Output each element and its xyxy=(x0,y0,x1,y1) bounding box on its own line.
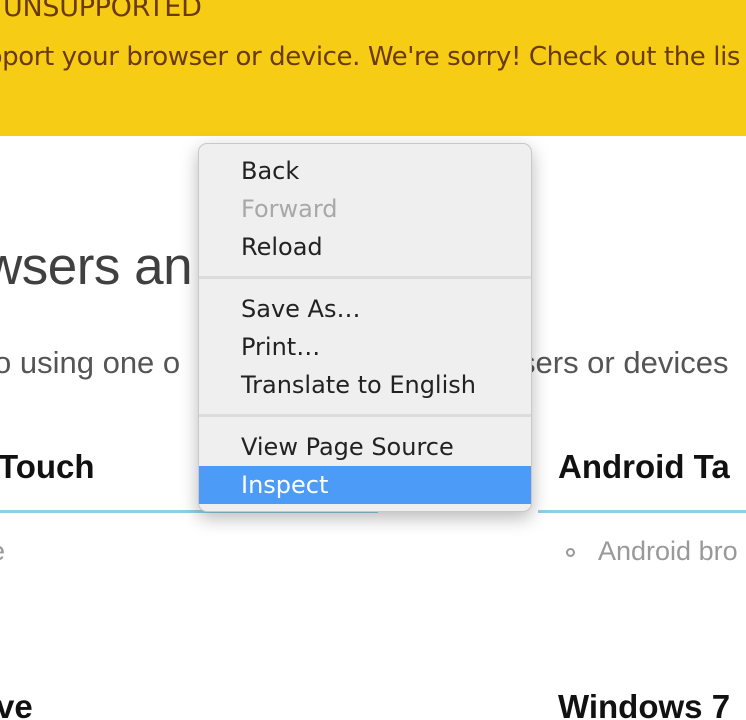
menu-item-translate[interactable]: Translate to English xyxy=(199,366,531,404)
context-menu: Back Forward Reload Save As… Print… Tran… xyxy=(198,143,532,512)
menu-item-save-as[interactable]: Save As… xyxy=(199,290,531,328)
column-item-left: e xyxy=(0,536,5,567)
unsupported-banner: E UNSUPPORTED pport your browser or devi… xyxy=(0,0,746,136)
lead-text-left: o using one o xyxy=(0,345,181,380)
menu-separator xyxy=(199,276,531,279)
menu-item-back[interactable]: Back xyxy=(199,152,531,190)
column-title-windows: Windows 7 xyxy=(558,688,731,720)
column-title-touch: Touch xyxy=(0,448,95,485)
menu-separator xyxy=(199,414,531,417)
column-title-bottom-left: ve xyxy=(0,688,33,720)
menu-item-forward: Forward xyxy=(241,195,338,223)
menu-item-print[interactable]: Print… xyxy=(199,328,531,366)
menu-item-reload[interactable]: Reload xyxy=(199,228,531,266)
web-page: E UNSUPPORTED pport your browser or devi… xyxy=(0,0,746,720)
menu-item-inspect[interactable]: Inspect xyxy=(199,466,531,504)
column-rule-right xyxy=(538,510,746,513)
bullet-icon xyxy=(566,548,575,557)
page-heading: wsers an xyxy=(0,237,193,296)
column-item-android-browser: Android bro xyxy=(598,536,738,566)
lead-text-right: sers or devices xyxy=(520,345,729,380)
column-title-android-tablet: Android Ta xyxy=(558,448,730,485)
banner-title: E UNSUPPORTED xyxy=(0,0,202,23)
menu-item-view-page-source[interactable]: View Page Source xyxy=(199,428,531,466)
banner-message: pport your browser or device. We're sorr… xyxy=(0,42,741,72)
